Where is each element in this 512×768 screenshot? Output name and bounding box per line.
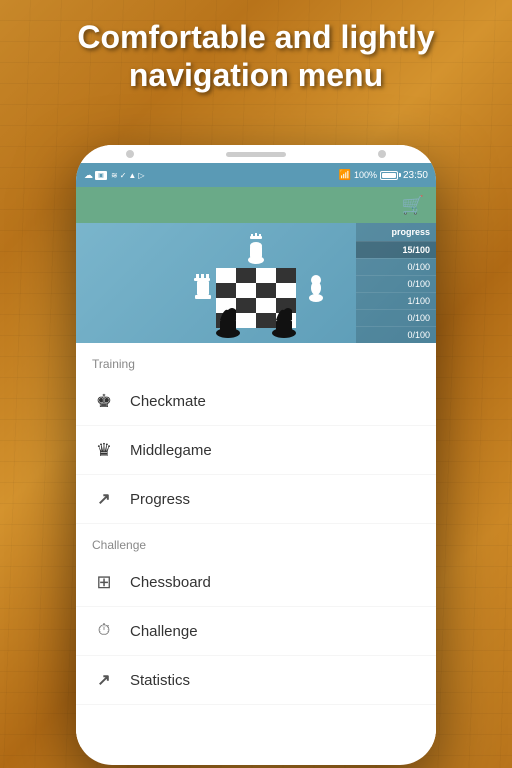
app-promo-header: Comfortable and lightly navigation menu [0,18,512,95]
phone-camera-left [126,150,134,158]
progress-item-2: 0/100 [356,275,436,292]
menu-item-challenge[interactable]: Challenge [76,607,436,656]
challenge-timer-icon [92,619,116,643]
progress-panel-title: progress [356,223,436,241]
battery-icon [380,171,398,180]
status-time: 23:50 [403,170,428,181]
image-status-icon: ▣ [95,171,107,180]
checkmate-label: Checkmate [130,393,206,410]
menu-item-progress[interactable]: Progress [76,475,436,524]
phone-top-bar [76,145,436,163]
progress-trend-icon [92,487,116,511]
status-icons-right: 📶 100% 23:50 [338,170,428,181]
progress-item-0: 15/100 [356,241,436,258]
chessboard-grid-icon [92,570,116,594]
app-header: 🛒 [76,187,436,223]
progress-item-1: 0/100 [356,258,436,275]
promo-title-line2: navigation menu [0,56,512,94]
menu-item-statistics[interactable]: Statistics [76,656,436,705]
menu-item-checkmate[interactable]: Checkmate [76,377,436,426]
battery-percent: 100% [354,170,377,180]
progress-item-5: 0/100 [356,326,436,343]
checkmate-king-icon [92,389,116,413]
status-bar: ☁ ▣ ≋ ✓ ▲ ▷ 📶 100% 23:50 [76,163,436,187]
middlegame-queen-icon [92,438,116,462]
menu-item-middlegame[interactable]: Middlegame [76,426,436,475]
wifi-icon: 📶 [338,170,350,181]
statistics-label: Statistics [130,672,190,689]
promo-title-line1: Comfortable and lightly [0,18,512,56]
progress-panel: progress 15/100 0/100 0/100 1/100 0/100 … [356,223,436,343]
section-challenge-label: Challenge [76,524,436,558]
statistics-stats-icon [92,668,116,692]
chess-banner: progress 15/100 0/100 0/100 1/100 0/100 … [76,223,436,343]
status-icons-left: ☁ ▣ ≋ ✓ ▲ ▷ [84,170,338,181]
progress-label: Progress [130,491,190,508]
phone-frame: ☁ ▣ ≋ ✓ ▲ ▷ 📶 100% 23:50 🛒 [76,145,436,765]
menu-area: Training Checkmate Middlegame Progress C… [76,343,436,747]
app-screen: 🛒 [76,187,436,747]
phone-speaker [226,152,286,157]
middlegame-label: Middlegame [130,442,212,459]
chessboard-label: Chessboard [130,574,211,591]
menu-item-chessboard[interactable]: Chessboard [76,558,436,607]
progress-item-4: 0/100 [356,309,436,326]
phone-camera-right [378,150,386,158]
progress-item-3: 1/100 [356,292,436,309]
cart-icon[interactable]: 🛒 [402,195,424,216]
challenge-label: Challenge [130,623,198,640]
chess-art-svg [156,228,356,338]
progress-item-6: 0/100 [356,343,436,360]
